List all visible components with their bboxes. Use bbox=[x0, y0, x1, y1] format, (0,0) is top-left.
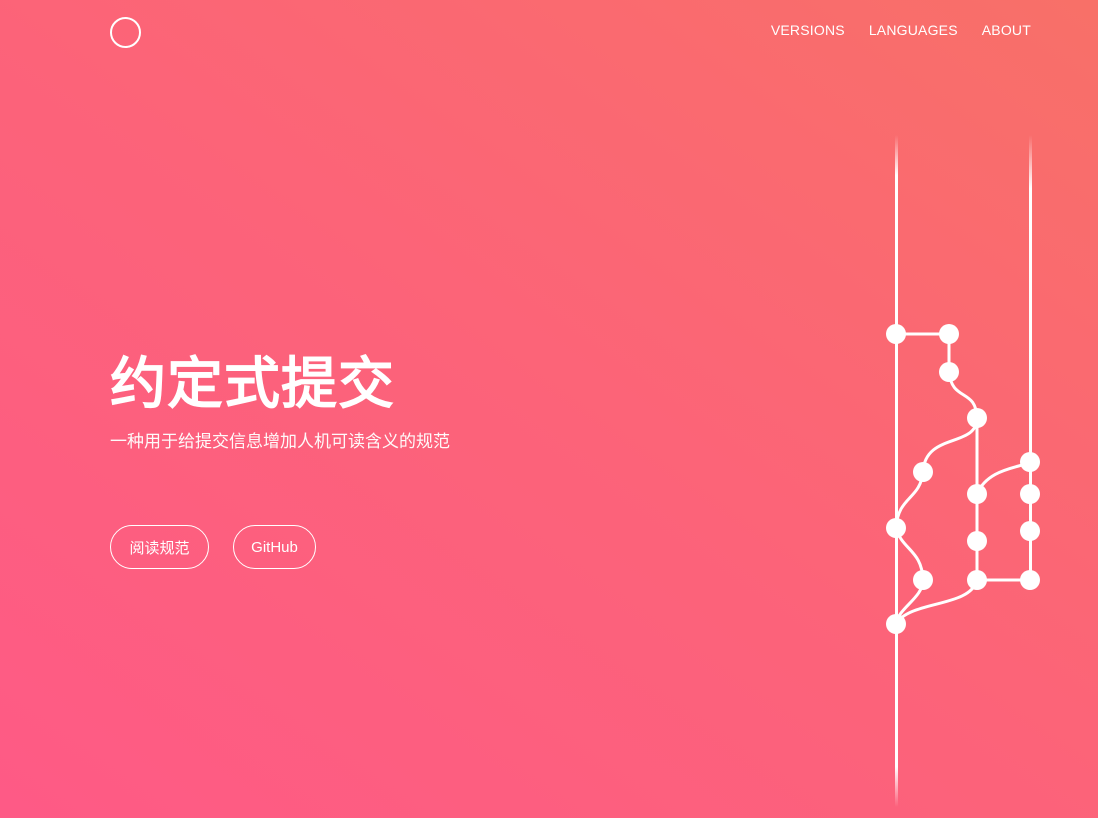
read-spec-button[interactable]: 阅读规范 bbox=[110, 525, 209, 569]
github-button[interactable]: GitHub bbox=[233, 525, 316, 569]
page-title: 约定式提交 bbox=[110, 352, 395, 417]
top-nav: VERSIONS LANGUAGES ABOUT bbox=[771, 22, 1031, 38]
circle-logo-icon[interactable] bbox=[110, 17, 141, 48]
hero-section: VERSIONS LANGUAGES ABOUT 约定式提交 一种用于给提交信息… bbox=[0, 0, 1098, 818]
nav-link-versions[interactable]: VERSIONS bbox=[771, 22, 845, 38]
nav-link-languages[interactable]: LANGUAGES bbox=[869, 22, 958, 38]
nav-link-about[interactable]: ABOUT bbox=[982, 22, 1031, 38]
page-subtitle: 一种用于给提交信息增加人机可读含义的规范 bbox=[110, 432, 450, 452]
git-branch-graph-icon bbox=[886, 135, 1040, 807]
